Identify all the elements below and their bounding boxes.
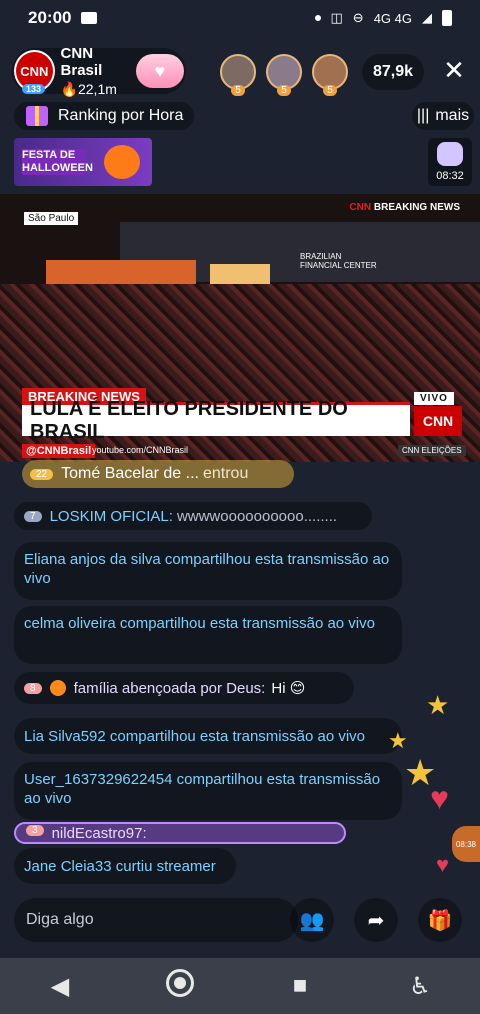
viewer-badge: 5 xyxy=(277,85,291,96)
bunny-icon xyxy=(437,142,463,166)
pumpkin-icon xyxy=(104,145,140,179)
notification-dot-icon xyxy=(314,15,321,21)
comment-input[interactable]: Diga algo xyxy=(14,898,298,942)
status-bar: 20:00 ◫ ⊖ 4G 4G ◢ xyxy=(0,0,480,36)
youtube-link: youtube.com/CNNBrasil xyxy=(92,445,189,455)
share-button[interactable]: ➦ xyxy=(354,898,398,942)
home-icon[interactable] xyxy=(160,968,200,1004)
host-logo-text: CNN xyxy=(20,63,49,79)
chat-user[interactable]: família abençoada por Deus: xyxy=(74,680,266,697)
star-icon: ★ xyxy=(388,728,408,753)
battery-icon xyxy=(442,10,452,26)
signal-icon: ◢ xyxy=(422,10,432,25)
recents-icon[interactable]: ■ xyxy=(280,972,320,1000)
viewer-avatar[interactable]: 5 xyxy=(312,54,348,96)
chat-message: 7 LOSKIM OFICIAL: wwwwoooooooooo........ xyxy=(14,502,372,530)
heart-icon: ♥ xyxy=(430,780,449,816)
channel-handle: @CNNBrasil xyxy=(22,444,96,458)
host-pill[interactable]: CNN 133 CNN Brasil 🔥22,1m ♥ xyxy=(12,44,186,97)
ranking-label: Ranking por Hora xyxy=(58,107,184,124)
host-views-count: 22,1m xyxy=(77,80,117,97)
viewer-avatar[interactable]: 5 xyxy=(266,54,302,96)
live-tag: VIVO xyxy=(414,392,454,405)
gift-box-icon: 🎁 xyxy=(427,909,453,932)
back-icon[interactable]: ◀ xyxy=(40,972,80,1001)
flame-icon: 🔥 xyxy=(60,80,78,97)
status-time: 20:00 xyxy=(28,8,72,27)
chat-user[interactable]: LOSKIM OFICIAL: xyxy=(50,508,173,525)
chat-text: Jane Cleia33 curtiu streamer xyxy=(24,857,216,875)
chat-text: Hi 😊 xyxy=(271,680,306,697)
chat-message: Eliana anjos da silva compartilhou esta … xyxy=(14,542,402,600)
viewer-count[interactable]: 87,9k xyxy=(362,54,424,90)
characters-icon: 👥 xyxy=(299,909,325,932)
gift-icon xyxy=(26,106,48,126)
timer-badge[interactable]: 08:38 xyxy=(452,826,480,862)
more-button[interactable]: ||| mais xyxy=(412,102,474,130)
entry-user[interactable]: Tomé Bacelar de ... xyxy=(61,465,199,483)
bunny-timer: 08:32 xyxy=(436,170,464,182)
close-icon[interactable]: ✕ xyxy=(440,56,468,84)
vibrate-icon: ◫ xyxy=(330,10,343,25)
chat-user[interactable]: nildEcastro97: xyxy=(52,825,147,842)
chat-message: Jane Cleia33 curtiu streamer xyxy=(14,848,236,884)
bunny-event[interactable]: 08:32 xyxy=(428,138,472,186)
halloween-banner[interactable]: FESTA DE HALLOWEEN xyxy=(14,138,152,186)
follow-button[interactable]: ♥ xyxy=(135,54,184,88)
emoji-button[interactable]: 👥 xyxy=(290,898,334,942)
share-icon: ➦ xyxy=(367,909,385,932)
fan-badge-icon xyxy=(49,680,66,696)
cnn-breaking-logo: CNN BREAKING NEWS xyxy=(349,202,460,213)
chat-message: User_1637329622454 compartilhou esta tra… xyxy=(14,762,402,820)
viewer-avatar[interactable]: 5 xyxy=(220,54,256,96)
more-label: mais xyxy=(435,107,470,124)
level-badge: 7 xyxy=(24,510,42,522)
host-level-badge: 133 xyxy=(22,84,46,94)
host-name: CNN Brasil xyxy=(60,44,103,79)
system-nav-bar: ◀ ■ ♿ xyxy=(0,958,480,1014)
ranking-button[interactable]: Ranking por Hora xyxy=(14,102,194,130)
building-sign: BRAZILIAN FINANCIAL CENTER xyxy=(300,252,377,270)
chat-message: celma oliveira compartilhou esta transmi… xyxy=(14,606,402,664)
headline: LULA É ELEITO PRESIDENTE DO BRASIL xyxy=(22,398,410,443)
entry-notice: 22 Tomé Bacelar de ... entrou xyxy=(22,460,294,488)
camera-icon xyxy=(81,12,98,24)
heart-icon: ♥ xyxy=(154,60,166,81)
star-icon: ★ xyxy=(426,690,450,720)
cnn-logo: CNN xyxy=(414,406,462,436)
chat-text: Lia Silva592 compartilhou esta transmiss… xyxy=(24,727,366,745)
chat-message-special: 3 nildEcastro97: xyxy=(14,822,346,844)
entry-action: entrou xyxy=(202,465,249,482)
heart-icon: ♥ xyxy=(436,852,450,877)
accessibility-icon[interactable]: ♿ xyxy=(400,972,440,1001)
location-tag: São Paulo xyxy=(24,212,79,225)
status-icons: ◫ ⊖ 4G 4G ◢ xyxy=(314,10,452,26)
level-badge: 3 xyxy=(26,825,44,836)
bars-icon: ||| xyxy=(416,107,430,124)
chat-message: 8 família abençoada por Deus: Hi 😊 xyxy=(14,672,354,704)
chat-message: Lia Silva592 compartilhou esta transmiss… xyxy=(14,718,402,754)
corner-logo-text: BREAKING NEWS xyxy=(373,202,460,213)
level-badge: 8 xyxy=(24,682,42,694)
viewer-badge: 5 xyxy=(323,85,337,96)
host-views: 🔥22,1m xyxy=(61,81,136,98)
chat-text: celma oliveira compartilhou esta transmi… xyxy=(24,615,375,632)
level-badge: 22 xyxy=(30,468,54,480)
comment-placeholder: Diga algo xyxy=(26,911,94,928)
gift-button[interactable]: 🎁 xyxy=(418,898,462,942)
election-tag: CNN ELEIÇÕES xyxy=(398,445,466,456)
dnd-icon: ⊖ xyxy=(352,10,364,25)
halloween-text: FESTA DE HALLOWEEN xyxy=(22,149,93,175)
chat-text: User_1637329622454 compartilhou esta tra… xyxy=(24,771,381,807)
live-video[interactable]: São Paulo CNN BREAKING NEWS BRAZILIAN FI… xyxy=(0,194,480,462)
chat-text: wwwwoooooooooo........ xyxy=(176,507,338,525)
chat-text: Eliana anjos da silva compartilhou esta … xyxy=(24,551,390,587)
viewer-badge: 5 xyxy=(231,85,245,96)
host-avatar[interactable]: CNN 133 xyxy=(14,50,55,94)
network-label: 4G 4G xyxy=(373,10,412,26)
